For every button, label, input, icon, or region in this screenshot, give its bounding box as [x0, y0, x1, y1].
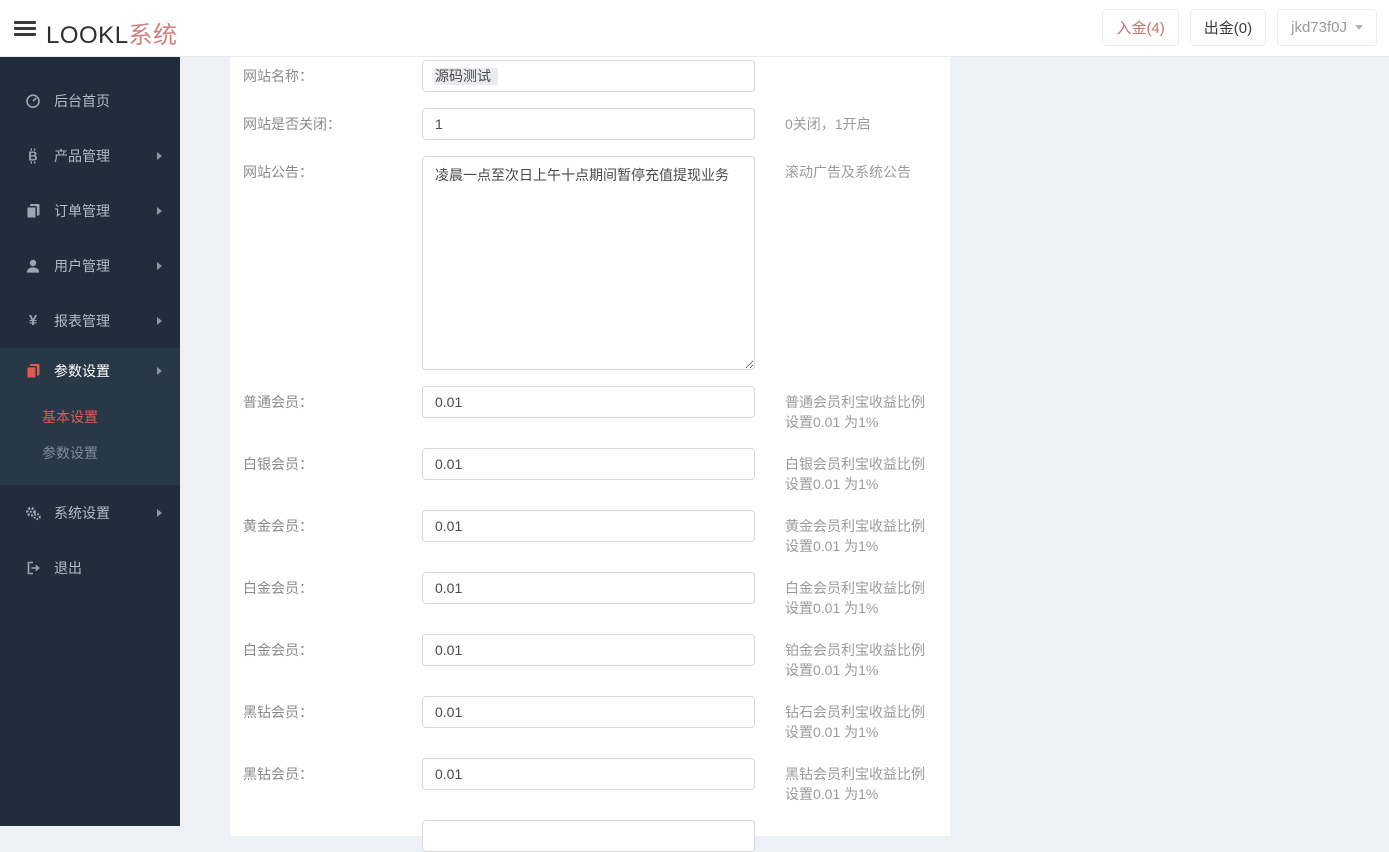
files-icon — [23, 363, 43, 379]
rate-normal-input[interactable] — [422, 386, 755, 418]
rate-platinum-1-input[interactable] — [422, 572, 755, 604]
field-label: 黑钻会员： — [243, 758, 422, 790]
files-icon — [23, 203, 43, 219]
sidebar-active-section: 参数设置 基本设置 参数设置 — [0, 348, 180, 485]
field-hint: 铂金会员利宝收益比例设置0.01 为1% — [785, 634, 933, 680]
chevron-right-icon — [157, 207, 162, 215]
sidebar-item-users[interactable]: 用户管理 — [0, 238, 180, 293]
sidebar-item-label: 产品管理 — [54, 146, 110, 166]
chevron-right-icon — [157, 317, 162, 325]
top-header: LOOKL系统 入金(4) 出金(0) jkd73f0J — [0, 0, 1389, 57]
sidebar-item-label: 参数设置 — [54, 361, 110, 381]
rate-black-diamond-input[interactable] — [422, 758, 755, 790]
form-row-rate-gold: 黄金会员： 黄金会员利宝收益比例设置0.01 为1% — [230, 510, 950, 556]
user-icon — [23, 258, 43, 274]
field-label: 网站名称： — [243, 60, 422, 92]
sidebar-item-logout[interactable]: 退出 — [0, 540, 180, 595]
dashboard-icon — [23, 93, 43, 109]
form-row-site-closed: 网站是否关闭： 0关闭，1开启 — [230, 108, 950, 140]
form-row-rate-black-diamond: 黑钻会员： 黑钻会员利宝收益比例设置0.01 为1% — [230, 758, 950, 804]
field-label: 网站公告： — [243, 156, 422, 188]
user-menu-button[interactable]: jkd73f0J — [1277, 9, 1377, 46]
rate-platinum-2-input[interactable] — [422, 634, 755, 666]
site-notice-textarea[interactable]: 凌晨一点至次日上午十点期间暂停充值提现业务 — [422, 156, 755, 370]
deposit-button[interactable]: 入金(4) — [1102, 9, 1178, 46]
rate-diamond-input[interactable] — [422, 696, 755, 728]
settings-form-card: 网站名称： 网站是否关闭： 0关闭，1开启 网站公告： 凌晨一点至次日上午十点期… — [230, 57, 950, 836]
main-content: 网站名称： 网站是否关闭： 0关闭，1开启 网站公告： 凌晨一点至次日上午十点期… — [180, 57, 1389, 826]
field-hint: 黄金会员利宝收益比例设置0.01 为1% — [785, 510, 933, 556]
field-label: 普通会员： — [243, 386, 422, 418]
sidebar-item-label: 退出 — [54, 558, 82, 578]
field-hint: 白银会员利宝收益比例设置0.01 为1% — [785, 448, 933, 494]
sidebar-item-label: 后台首页 — [54, 91, 110, 111]
field-hint: 钻石会员利宝收益比例设置0.01 为1% — [785, 696, 933, 742]
bitcoin-icon: B — [23, 148, 43, 164]
sidebar-item-orders[interactable]: 订单管理 — [0, 183, 180, 238]
field-hint: 白金会员利宝收益比例设置0.01 为1% — [785, 572, 933, 618]
sidebar-item-label: 系统设置 — [54, 503, 110, 523]
next-field-input-partial[interactable] — [422, 820, 755, 852]
field-label: 白金会员： — [243, 634, 422, 666]
chevron-right-icon — [157, 367, 162, 375]
chevron-right-icon — [157, 262, 162, 270]
svg-text:B: B — [28, 148, 37, 163]
form-row-partial-next — [230, 820, 950, 852]
form-row-rate-normal: 普通会员： 普通会员利宝收益比例设置0.01 为1% — [230, 386, 950, 432]
field-label: 白银会员： — [243, 448, 422, 480]
field-label: 白金会员： — [243, 572, 422, 604]
app-logo: LOOKL系统 — [46, 15, 178, 50]
field-label: 黑钻会员： — [243, 696, 422, 728]
submenu-item-basic-settings[interactable]: 基本设置 — [0, 399, 180, 435]
field-hint — [785, 60, 933, 66]
yen-icon: ¥ — [23, 312, 43, 329]
chevron-down-icon — [1355, 25, 1363, 30]
header-actions: 入金(4) 出金(0) jkd73f0J — [1102, 9, 1377, 46]
sidebar-submenu: 基本设置 参数设置 — [0, 393, 180, 485]
username: jkd73f0J — [1291, 19, 1347, 36]
sidebar-item-dashboard[interactable]: 后台首页 — [0, 73, 180, 128]
signout-icon — [23, 560, 43, 576]
sidebar-item-label: 用户管理 — [54, 256, 110, 276]
site-name-input[interactable] — [422, 60, 755, 92]
field-hint: 黑钻会员利宝收益比例设置0.01 为1% — [785, 758, 933, 804]
withdraw-button[interactable]: 出金(0) — [1190, 9, 1266, 46]
field-hint: 0关闭，1开启 — [785, 108, 933, 134]
form-row-rate-platinum-2: 白金会员： 铂金会员利宝收益比例设置0.01 为1% — [230, 634, 950, 680]
sidebar-item-label: 报表管理 — [54, 311, 110, 331]
field-hint: 普通会员利宝收益比例设置0.01 为1% — [785, 386, 933, 432]
form-row-site-notice: 网站公告： 凌晨一点至次日上午十点期间暂停充值提现业务 滚动广告及系统公告 — [230, 156, 950, 370]
sidebar-item-label: 订单管理 — [54, 201, 110, 221]
field-hint: 滚动广告及系统公告 — [785, 156, 933, 182]
site-closed-input[interactable] — [422, 108, 755, 140]
form-row-rate-platinum-1: 白金会员： 白金会员利宝收益比例设置0.01 为1% — [230, 572, 950, 618]
submenu-item-parameter-settings[interactable]: 参数设置 — [0, 435, 180, 471]
sidebar-item-reports[interactable]: ¥ 报表管理 — [0, 293, 180, 348]
menu-icon[interactable] — [14, 17, 36, 40]
sidebar: 后台首页 B 产品管理 订单管理 — [0, 57, 180, 826]
field-label: 黄金会员： — [243, 510, 422, 542]
form-row-rate-silver: 白银会员： 白银会员利宝收益比例设置0.01 为1% — [230, 448, 950, 494]
sidebar-item-products[interactable]: B 产品管理 — [0, 128, 180, 183]
form-row-site-name: 网站名称： — [230, 60, 950, 92]
form-row-rate-diamond: 黑钻会员： 钻石会员利宝收益比例设置0.01 为1% — [230, 696, 950, 742]
rate-silver-input[interactable] — [422, 448, 755, 480]
logo-main: LOOKL — [46, 22, 129, 49]
sidebar-item-system[interactable]: 系统设置 — [0, 485, 180, 540]
rate-gold-input[interactable] — [422, 510, 755, 542]
logo-accent: 系统 — [129, 22, 178, 49]
chevron-right-icon — [157, 152, 162, 160]
chevron-right-icon — [157, 509, 162, 517]
field-label: 网站是否关闭： — [243, 108, 422, 140]
sidebar-item-parameters[interactable]: 参数设置 — [0, 348, 180, 393]
gears-icon — [23, 505, 43, 521]
